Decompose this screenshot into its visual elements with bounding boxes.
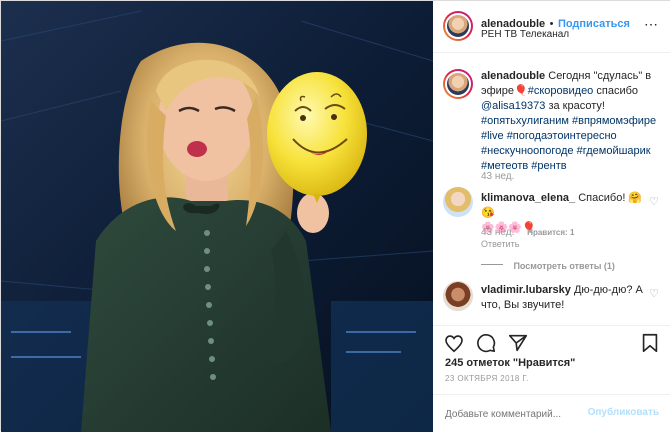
hashtag-link[interactable]: #погодаэтоинтересно bbox=[507, 130, 617, 142]
caption-username[interactable]: alenadouble bbox=[481, 70, 545, 82]
view-replies-row[interactable]: Посмотреть ответы (1) bbox=[481, 256, 615, 274]
hashtag-link[interactable]: #впрямомэфире bbox=[572, 115, 656, 127]
like-comment-heart-icon[interactable]: ♡ bbox=[649, 195, 659, 208]
caption-body-3: за красоту! bbox=[545, 100, 605, 112]
likes-count[interactable]: 245 отметок "Нравится" bbox=[445, 357, 575, 369]
post-sidebar: alenadouble • Подписаться РЕН ТВ Телекан… bbox=[433, 1, 670, 432]
avatar-image bbox=[445, 71, 471, 97]
comment-timestamp[interactable]: 43 нед. bbox=[481, 227, 514, 238]
post-header: alenadouble • Подписаться РЕН ТВ Телекан… bbox=[433, 1, 670, 53]
author-avatar[interactable] bbox=[443, 11, 473, 41]
commenter-avatar[interactable] bbox=[443, 187, 473, 217]
commenter-avatar[interactable] bbox=[443, 281, 473, 311]
avatar-image bbox=[445, 13, 471, 39]
caption-text: alenadouble Сегодня "сдулась" в эфире🎈#с… bbox=[481, 69, 661, 174]
post-date[interactable]: 23 ОКТЯБРЯ 2018 Г. bbox=[445, 374, 529, 383]
replies-divider bbox=[481, 264, 503, 266]
comment-text: vladimir.lubarsky Дю-дю-дю? А что, Вы зв… bbox=[481, 283, 651, 313]
comment-likes[interactable]: Нравится: 1 bbox=[527, 228, 574, 237]
more-options-icon[interactable]: ⋯ bbox=[644, 17, 659, 31]
mention-link[interactable]: @alisa19373 bbox=[481, 100, 545, 112]
hashtag-link[interactable]: #скоровидео bbox=[528, 85, 594, 97]
instagram-post: alenadouble • Подписаться РЕН ТВ Телекан… bbox=[0, 0, 670, 432]
add-comment-bar: Опубликовать bbox=[433, 394, 670, 432]
comment-meta: 43 нед. Нравится: 1 bbox=[481, 227, 574, 238]
hashtag-link[interactable]: #опятьхулиганим bbox=[481, 115, 569, 127]
reply-button[interactable]: Ответить bbox=[481, 239, 519, 249]
comments-area: alenadouble Сегодня "сдулась" в эфире🎈#с… bbox=[433, 53, 670, 325]
caption-avatar[interactable] bbox=[443, 69, 473, 99]
share-icon[interactable] bbox=[507, 332, 529, 354]
view-replies-button[interactable]: Посмотреть ответы (1) bbox=[513, 261, 614, 271]
comment-username[interactable]: vladimir.lubarsky bbox=[481, 284, 571, 296]
hashtag-link[interactable]: #гдемойшарик bbox=[577, 145, 651, 157]
hashtag-link[interactable]: #рентв bbox=[531, 160, 566, 172]
avatar-image bbox=[443, 187, 473, 217]
publish-button[interactable]: Опубликовать bbox=[588, 407, 659, 418]
comment-bubble-icon[interactable] bbox=[475, 332, 497, 354]
caption-body-2: спасибо bbox=[593, 85, 639, 97]
comment-username[interactable]: klimanova_elena_ bbox=[481, 192, 575, 204]
hashtag-link[interactable]: #нескучноопогоде bbox=[481, 145, 574, 157]
hashtag-link[interactable]: #live bbox=[481, 130, 504, 142]
caption-timestamp[interactable]: 43 нед. bbox=[481, 171, 514, 182]
post-image[interactable] bbox=[1, 1, 433, 432]
avatar-image bbox=[443, 281, 473, 311]
save-bookmark-icon[interactable] bbox=[639, 332, 661, 354]
like-heart-icon[interactable] bbox=[443, 332, 465, 354]
photo-illustration bbox=[1, 1, 433, 432]
location-link[interactable]: РЕН ТВ Телеканал bbox=[481, 29, 569, 40]
like-comment-heart-icon[interactable]: ♡ bbox=[649, 287, 659, 300]
add-comment-input[interactable] bbox=[445, 405, 595, 423]
